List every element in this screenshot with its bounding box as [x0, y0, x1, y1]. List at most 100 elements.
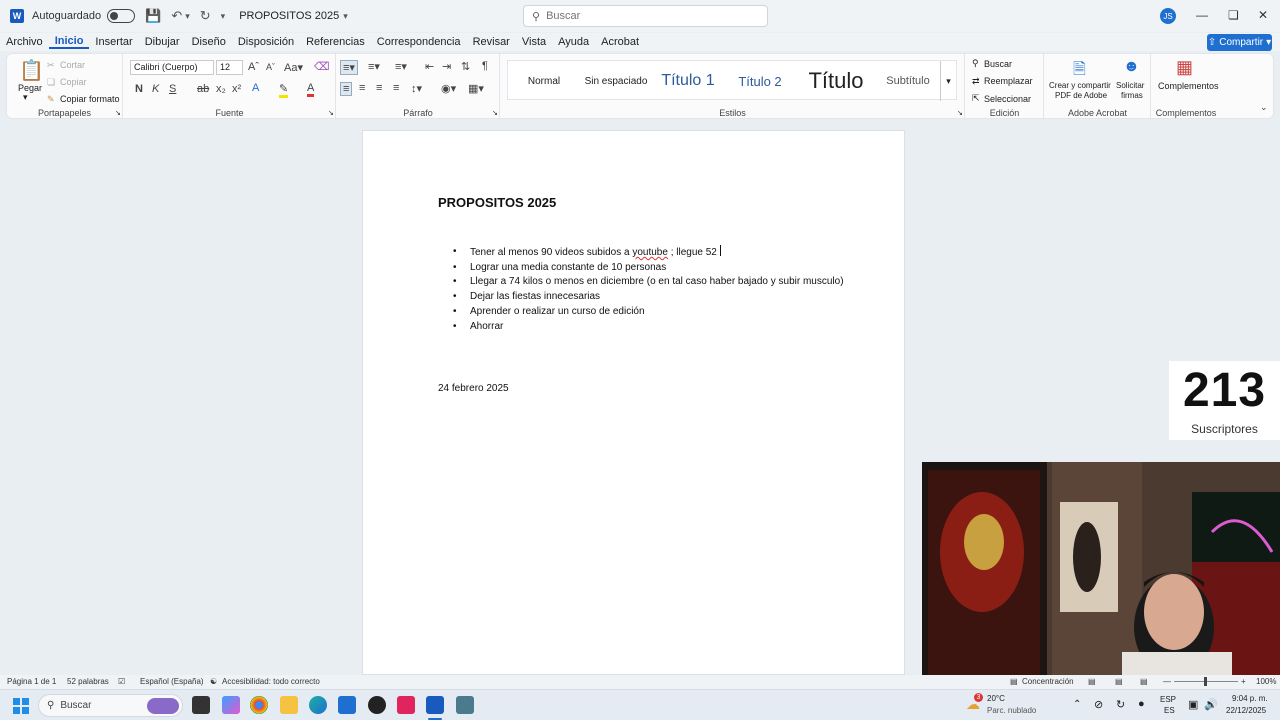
input-language-line1[interactable]: ESP [1160, 695, 1176, 704]
maximize-icon[interactable]: ❏ [1228, 8, 1239, 22]
underline-button[interactable]: S [169, 83, 176, 95]
network-off-icon[interactable]: ⊘ [1094, 698, 1103, 711]
increase-indent-icon[interactable]: ⇥ [442, 60, 451, 73]
document-title[interactable]: PROPOSITOS 2025 [239, 10, 339, 22]
sync-icon[interactable]: ↻ [1116, 698, 1125, 711]
find-button[interactable]: Buscar [984, 59, 1012, 69]
document-date[interactable]: 24 febrero 2025 [438, 383, 509, 394]
obs-icon[interactable] [368, 696, 386, 714]
focus-mode-button[interactable]: Concentración [1022, 677, 1074, 686]
styles-more-icon[interactable]: ▾ [940, 61, 956, 101]
font-size-select[interactable]: 12 [216, 60, 243, 75]
weather-desc[interactable]: Parc. nublado [987, 706, 1036, 715]
list-item[interactable]: Ahorrar [453, 320, 844, 335]
paste-button[interactable]: Pegar [18, 83, 42, 93]
chevron-down-icon[interactable]: ▾ [343, 11, 348, 22]
list-item[interactable]: Lograr una media constante de 10 persona… [453, 261, 844, 276]
clock-time[interactable]: 9:04 p. m. [1232, 694, 1268, 703]
save-icon[interactable]: 💾 [145, 8, 161, 24]
language-status[interactable]: Español (España) [140, 677, 204, 686]
addins-button[interactable]: Complementos [1158, 81, 1219, 91]
request-signatures-icon[interactable]: ☻ [1123, 58, 1140, 76]
read-mode-icon[interactable]: ▤ [1088, 677, 1096, 686]
format-painter-button[interactable]: Copiar formato [60, 94, 120, 104]
page-count[interactable]: Página 1 de 1 [7, 677, 56, 686]
tab-insertar[interactable]: Insertar [89, 36, 138, 48]
font-color-icon[interactable]: A [307, 82, 315, 97]
search-input[interactable] [546, 10, 747, 22]
subscript-icon[interactable]: x₂ [216, 83, 226, 95]
replace-icon[interactable]: ⇄ [972, 76, 980, 87]
taskbar-search[interactable]: ⚲ Buscar [38, 694, 183, 717]
tab-inicio[interactable]: Inicio [48, 35, 90, 49]
avatar[interactable]: JS [1160, 8, 1176, 24]
multilevel-list-icon[interactable]: ≡▾ [395, 60, 407, 73]
chevron-up-icon[interactable]: ⌃ [1073, 699, 1081, 710]
weather-temp[interactable]: 20°C [987, 694, 1005, 703]
proofing-icon[interactable]: ☑ [118, 677, 125, 686]
tab-vista[interactable]: Vista [516, 36, 552, 48]
zoom-out-icon[interactable]: — [1163, 677, 1171, 686]
replace-button[interactable]: Reemplazar [984, 76, 1033, 86]
find-icon[interactable]: ⚲ [972, 58, 979, 69]
customize-toolbar-icon[interactable]: ▾ [221, 11, 226, 22]
list-item[interactable]: Tener al menos 90 videos subidos a youtu… [453, 245, 844, 261]
style-normal[interactable]: Normal [508, 61, 580, 101]
superscript-icon[interactable]: x² [232, 83, 241, 95]
tab-dibujar[interactable]: Dibujar [139, 36, 186, 48]
document-heading[interactable]: PROPOSITOS 2025 [438, 195, 556, 210]
redo-icon[interactable]: ↻ [200, 8, 211, 24]
grow-font-icon[interactable]: Aˆ [248, 61, 259, 73]
bold-button[interactable]: N [135, 83, 143, 95]
list-item[interactable]: Llegar a 74 kilos o menos en diciembre (… [453, 275, 844, 290]
copilot-icon[interactable] [222, 696, 240, 714]
zoom-in-icon[interactable]: + [1241, 677, 1246, 686]
tab-disposicion[interactable]: Disposición [232, 36, 300, 48]
calculator-icon[interactable] [456, 696, 474, 714]
minimize-icon[interactable]: — [1196, 8, 1208, 22]
spelling-error[interactable]: youtube [632, 247, 668, 258]
font-launcher-icon[interactable]: ↘ [328, 109, 334, 117]
style-subtitle[interactable]: Subtítulo [876, 61, 940, 101]
paste-icon[interactable]: 📋 [19, 58, 44, 83]
tab-acrobat[interactable]: Acrobat [595, 36, 645, 48]
paragraph-launcher-icon[interactable]: ↘ [492, 109, 498, 117]
align-right-icon[interactable]: ≡ [376, 82, 382, 94]
shrink-font-icon[interactable]: Aˇ [266, 62, 275, 72]
italic-button[interactable]: K [152, 83, 159, 95]
create-pdf-line2[interactable]: PDF de Adobe [1055, 91, 1107, 100]
select-button[interactable]: Seleccionar [984, 94, 1031, 104]
paste-dropdown-icon[interactable]: ▾ [23, 92, 28, 103]
format-painter-icon[interactable]: ✎ [47, 94, 55, 105]
clock-date[interactable]: 22/12/2025 [1226, 706, 1266, 715]
numbering-icon[interactable]: ≡▾ [368, 60, 380, 73]
style-title[interactable]: Título [796, 61, 876, 101]
list-item[interactable]: Aprender o realizar un curso de edición [453, 305, 844, 320]
style-no-spacing[interactable]: Sin espaciado [580, 61, 652, 101]
request-signatures-line2[interactable]: firmas [1121, 91, 1143, 100]
decrease-indent-icon[interactable]: ⇤ [425, 60, 434, 73]
font-family-select[interactable]: Calibri (Cuerpo) [130, 60, 214, 75]
tab-revisar[interactable]: Revisar [467, 36, 516, 48]
undo-dropdown-icon[interactable]: ▾ [185, 11, 190, 22]
task-view-icon[interactable] [192, 696, 210, 714]
word-taskbar-icon[interactable] [426, 696, 444, 714]
zoom-thumb[interactable] [1204, 677, 1207, 686]
tab-correspondencia[interactable]: Correspondencia [371, 36, 467, 48]
align-left-icon[interactable]: ≡ [340, 82, 353, 96]
share-button[interactable]: ⇧ Compartir ▾ [1207, 34, 1272, 51]
style-heading-1[interactable]: Título 1 [652, 61, 724, 101]
input-language-line2[interactable]: ES [1164, 706, 1175, 715]
autosave-toggle[interactable] [107, 9, 136, 23]
accessibility-status[interactable]: Accesibilidad: todo correcto [222, 677, 320, 686]
addins-icon[interactable]: ▦ [1176, 57, 1193, 78]
borders-icon[interactable]: ▦▾ [468, 82, 484, 95]
file-explorer-icon[interactable] [280, 696, 298, 714]
list-item[interactable]: Dejar las fiestas innecesarias [453, 290, 844, 305]
clear-formatting-icon[interactable]: ⌫ [314, 60, 330, 73]
style-heading-2[interactable]: Título 2 [724, 61, 796, 101]
sort-icon[interactable]: ⇅ [461, 60, 470, 73]
request-signatures-line1[interactable]: Solicitar [1116, 81, 1144, 90]
select-icon[interactable]: ⇱ [972, 93, 980, 104]
edge-icon[interactable] [309, 696, 327, 714]
